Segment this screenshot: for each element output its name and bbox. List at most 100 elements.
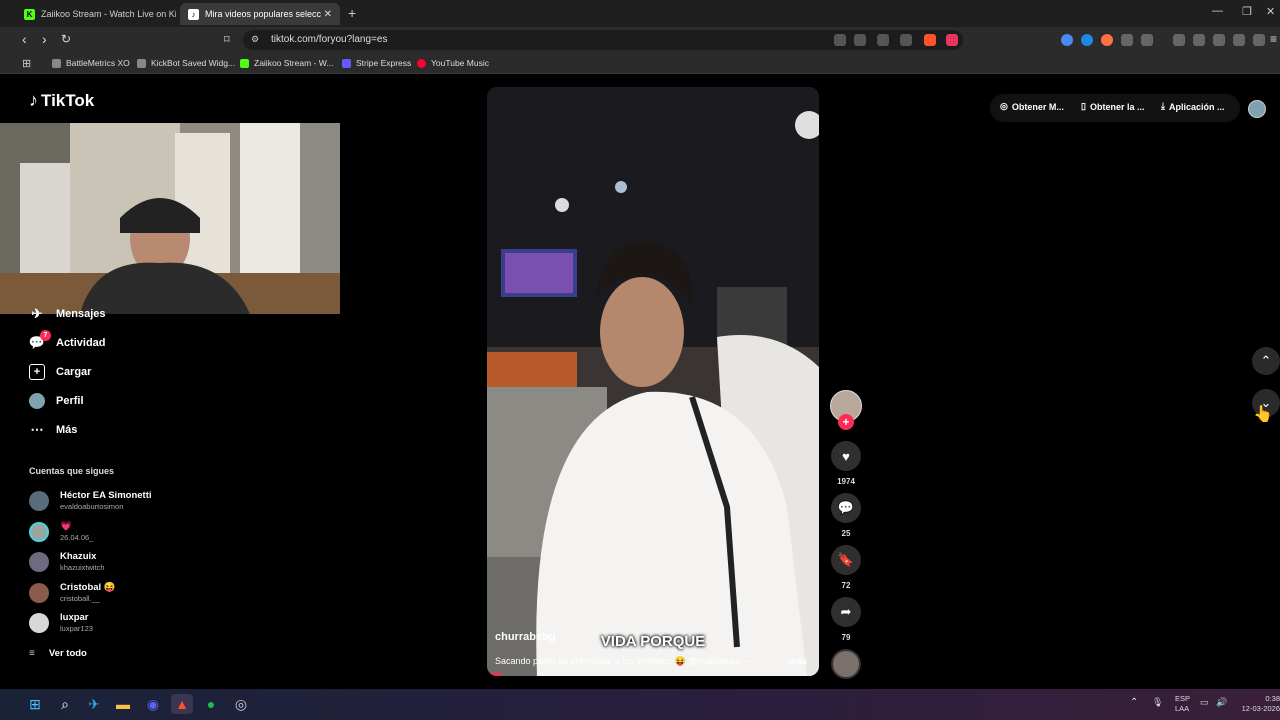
- extension-icon[interactable]: [1101, 34, 1113, 46]
- brave-browser-icon[interactable]: ▲: [171, 694, 193, 714]
- volume-icon[interactable]: 🔊: [1216, 697, 1227, 708]
- nav-activity[interactable]: 💬 7 Actividad: [29, 330, 106, 351]
- site-info-icon[interactable]: ⚙: [251, 34, 259, 45]
- nav-profile[interactable]: Perfil: [29, 393, 84, 409]
- profile-avatar[interactable]: [1248, 100, 1266, 118]
- share-icon[interactable]: [900, 34, 912, 46]
- nav-messages[interactable]: ✈ Mensajes: [29, 306, 106, 322]
- video-author[interactable]: churrabsbg: [495, 631, 556, 643]
- cast-icon[interactable]: [877, 34, 889, 46]
- mute-icon[interactable]: [834, 34, 846, 46]
- following-section-title: Cuentas que sigues: [29, 466, 115, 476]
- forward-icon[interactable]: ›: [42, 31, 47, 47]
- search-icon: [137, 58, 146, 68]
- network-icon[interactable]: ▭: [1200, 697, 1209, 708]
- upload-icon: +: [29, 364, 45, 380]
- search-icon: [52, 58, 61, 68]
- see-all-link[interactable]: ≡ Ver todo: [29, 648, 87, 659]
- back-icon[interactable]: ‹: [22, 31, 27, 47]
- close-window-icon[interactable]: ✕: [1266, 5, 1275, 18]
- like-count: 1974: [837, 477, 855, 486]
- following-account[interactable]: Héctor EA Simonetti evaldoaburtosimon: [29, 490, 152, 511]
- following-account[interactable]: 💗 26.04.06_: [29, 521, 93, 542]
- translate-icon[interactable]: [854, 34, 866, 46]
- nav-upload[interactable]: + Cargar: [29, 364, 91, 380]
- tab-kick-stream[interactable]: K Zaiikoo Stream - Watch Live on Kick: [16, 3, 176, 25]
- tab-tiktok[interactable]: ♪ Mira videos populares selecc ✕: [180, 3, 340, 25]
- bookmark-item[interactable]: Zaiikoo Stream - W...: [240, 58, 333, 68]
- nav-more[interactable]: ⋯ Más: [29, 422, 78, 438]
- following-account[interactable]: Khazuix khazuixtwitch: [29, 551, 105, 572]
- header-label: Aplicación ...: [1168, 101, 1225, 112]
- share-action[interactable]: ➦ 79: [831, 597, 861, 642]
- extension-icon[interactable]: [1061, 34, 1073, 46]
- apps-grid-icon[interactable]: ⊞: [22, 57, 31, 70]
- media-icon[interactable]: [1173, 34, 1185, 46]
- spotify-icon[interactable]: ●: [200, 694, 222, 714]
- bookmark-icon[interactable]: ⌑: [224, 33, 230, 46]
- account-handle: luxpar123: [60, 624, 93, 633]
- keyboard-layout: LAA: [1175, 704, 1190, 713]
- vpn-icon[interactable]: [1253, 34, 1265, 46]
- sidebar-icon[interactable]: [1193, 34, 1205, 46]
- heart-icon: ♥: [831, 441, 861, 471]
- stripe-icon: [342, 58, 351, 68]
- windows-start-icon[interactable]: ⊞: [24, 694, 46, 714]
- restore-icon[interactable]: ❐: [1242, 5, 1252, 18]
- music-disc-icon[interactable]: [831, 649, 861, 679]
- tray-overflow-icon[interactable]: ⌃: [1130, 697, 1138, 708]
- bookmark-item[interactable]: Stripe Express: [342, 58, 411, 68]
- minimize-icon[interactable]: —: [1212, 5, 1223, 17]
- file-explorer-icon[interactable]: ▬: [112, 694, 134, 714]
- previous-video-button[interactable]: ⌃: [1252, 347, 1280, 375]
- video-progress-bar[interactable]: [487, 673, 501, 676]
- reload-icon[interactable]: ↻: [61, 32, 71, 46]
- bookmark-label: Stripe Express: [356, 58, 412, 68]
- extensions-puzzle-icon[interactable]: [1121, 34, 1133, 46]
- follow-plus-icon[interactable]: +: [838, 414, 854, 430]
- bookmark-item[interactable]: BattleMetrics XO: [52, 58, 130, 68]
- avatar: [29, 582, 49, 603]
- clock[interactable]: 0:38 12-03-2026: [1238, 694, 1280, 714]
- telegram-icon[interactable]: ✈: [83, 694, 105, 714]
- following-account[interactable]: Cristobal 😝 cristoball.__: [29, 582, 116, 603]
- get-coins-button[interactable]: ◎ Obtener M...: [1000, 101, 1064, 112]
- brave-rewards-icon[interactable]: [946, 34, 958, 46]
- bookmark-item[interactable]: KickBot Saved Widg...: [137, 58, 235, 68]
- leo-ai-icon[interactable]: [1233, 34, 1245, 46]
- discord-icon[interactable]: ◉: [142, 694, 164, 714]
- bookmark-label: YouTube Music: [431, 58, 489, 68]
- microphone-icon[interactable]: 🎙: [1152, 697, 1163, 708]
- video-player[interactable]: VIDA PORQUE churrabsbg Sacando perso pa …: [487, 87, 819, 676]
- obs-icon[interactable]: ◎: [230, 694, 252, 714]
- close-tab-icon[interactable]: ✕: [324, 9, 332, 20]
- brave-shield-icon[interactable]: [924, 34, 936, 46]
- list-icon: ≡: [29, 648, 35, 659]
- desktop-app-button[interactable]: ⤓ Aplicación ...: [1161, 101, 1225, 112]
- tiktok-favicon-icon: ♪: [188, 8, 199, 20]
- new-tab-button[interactable]: +: [348, 5, 356, 21]
- share-arrow-icon: ➦: [831, 597, 861, 627]
- following-account[interactable]: luxpar luxpar123: [29, 612, 93, 633]
- header-label: Obtener la ...: [1089, 101, 1145, 112]
- phone-icon: ▯: [1081, 101, 1086, 111]
- search-icon[interactable]: ⌕: [54, 694, 76, 714]
- tiktok-logo[interactable]: ♪ TikTok: [29, 90, 94, 111]
- screenshot-icon[interactable]: [1141, 34, 1153, 46]
- video-more-link[interactable]: más: [789, 656, 807, 666]
- nav-label: Perfil: [56, 395, 84, 407]
- save-action[interactable]: 🔖 72: [831, 545, 861, 590]
- comment-action[interactable]: 💬 25: [831, 493, 861, 538]
- wallet-icon[interactable]: [1213, 34, 1225, 46]
- account-handle: khazuixtwitch: [60, 563, 105, 572]
- menu-icon[interactable]: ≡: [1270, 32, 1277, 46]
- extension-icon[interactable]: [1081, 34, 1093, 46]
- input-language-indicator[interactable]: ESP LAA: [1175, 694, 1190, 714]
- bookmark-item[interactable]: YouTube Music: [417, 58, 489, 68]
- send-icon: ✈: [31, 306, 43, 321]
- clock-time: 0:38: [1265, 694, 1280, 703]
- get-app-button[interactable]: ▯ Obtener la ...: [1081, 101, 1144, 112]
- logo-text: TikTok: [41, 90, 95, 110]
- like-action[interactable]: ♥ 1974: [831, 441, 861, 486]
- avatar: [29, 490, 49, 511]
